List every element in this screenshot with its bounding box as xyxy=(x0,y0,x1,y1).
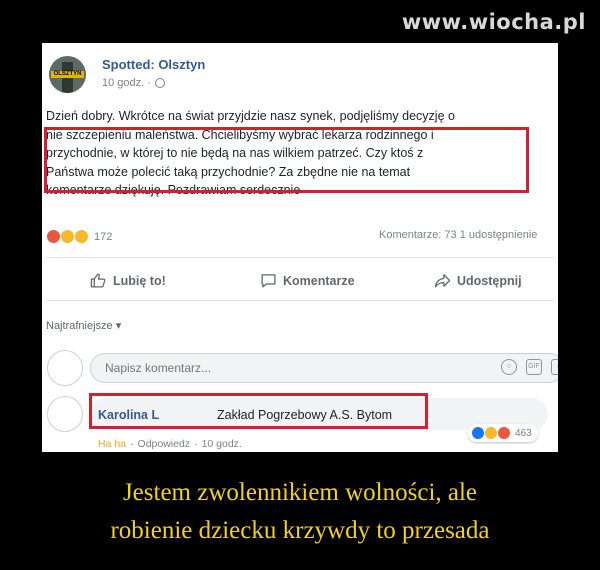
comment-sort-dropdown[interactable]: Najtrafniejsze ▾ xyxy=(46,319,121,332)
like-reaction-icon xyxy=(471,426,485,440)
divider xyxy=(46,257,554,258)
comment-button[interactable]: Komentarze xyxy=(260,272,355,289)
avatar-label: OLSZTYN xyxy=(51,71,84,78)
comment-reaction-count: 463 xyxy=(515,427,532,439)
comment-time[interactable]: 10 godz. xyxy=(202,438,242,450)
love-reaction-icon xyxy=(497,426,511,440)
separator: · xyxy=(130,438,134,450)
post-line: Dzień dobry. Wkrótce na świat przyjdzie … xyxy=(46,109,455,123)
thumbs-up-icon xyxy=(90,273,106,288)
comment-input[interactable] xyxy=(103,360,457,376)
comment-reactions[interactable]: 463 xyxy=(468,424,538,442)
post-time[interactable]: 10 godz. · xyxy=(102,77,151,89)
caption-line-2: robienie dziecku krzywdy to przesada xyxy=(110,517,490,544)
share-arrow-icon xyxy=(434,274,451,288)
gif-label: GIF xyxy=(528,363,540,370)
chevron-down-icon: ▾ xyxy=(115,320,122,332)
caption-line-1: Jestem zwolennikiem wolności, ale xyxy=(122,479,478,506)
globe-icon xyxy=(154,78,165,88)
commenter-avatar[interactable] xyxy=(47,396,83,432)
reaction-count: 172 xyxy=(94,230,113,243)
haha-reaction-link[interactable]: Ha ha xyxy=(98,438,126,450)
page-name-link[interactable]: Spotted: Olsztyn xyxy=(102,57,205,72)
watermark: www.wiocha.pl xyxy=(401,10,586,34)
sticker-icon[interactable]: ☺ xyxy=(551,359,558,375)
highlight-box-post xyxy=(44,127,529,193)
emoji-icon[interactable]: ☺ xyxy=(501,359,517,375)
divider xyxy=(46,300,554,301)
page-avatar[interactable]: OLSZTYN xyxy=(49,56,86,93)
comment-label: Komentarze xyxy=(283,273,355,288)
sad-reaction-icon xyxy=(74,229,89,244)
gif-icon[interactable]: GIF xyxy=(526,359,542,375)
comment-input-box[interactable]: ☺ GIF ☺ xyxy=(90,353,558,383)
reply-link[interactable]: Odpowiedz xyxy=(138,438,191,450)
post-stats[interactable]: Komentarze: 73 1 udostępnienie xyxy=(379,229,537,241)
facebook-post-card: OLSZTYN Spotted: Olsztyn 10 godz. · Dzie… xyxy=(42,43,558,452)
reactions-summary[interactable]: 172 xyxy=(46,229,112,244)
haha-reaction-icon xyxy=(484,426,498,440)
current-user-avatar xyxy=(47,350,83,386)
sort-label: Najtrafniejsze xyxy=(46,320,113,332)
comment-icon xyxy=(261,274,276,288)
post-meta: 10 godz. · xyxy=(102,77,165,89)
like-button[interactable]: Lubię to! xyxy=(90,272,166,289)
separator: · xyxy=(194,438,198,450)
share-label: Udostępnij xyxy=(457,273,522,288)
angry-reaction-icon xyxy=(46,229,61,244)
haha-reaction-icon xyxy=(60,229,75,244)
comment-actions: Ha ha · Odpowiedz · 10 godz. xyxy=(98,438,242,450)
like-label: Lubię to! xyxy=(113,273,166,288)
share-button[interactable]: Udostępnij xyxy=(434,272,522,289)
highlight-box-comment xyxy=(89,393,428,429)
